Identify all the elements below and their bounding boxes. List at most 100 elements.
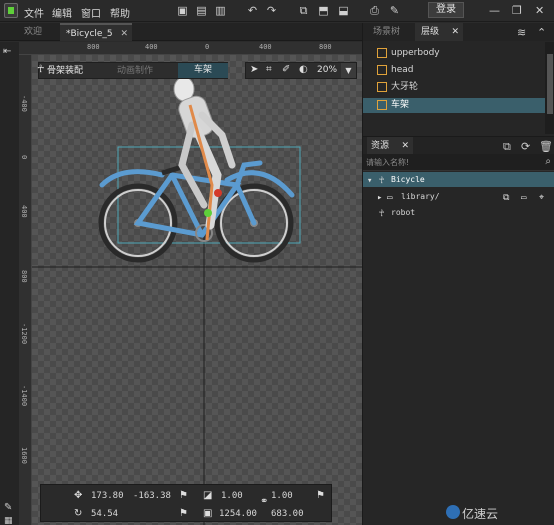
pen-icon[interactable]: ✎ xyxy=(4,502,12,513)
hierarchy-item-selected[interactable]: 车架 xyxy=(363,98,545,113)
bone-node-icon xyxy=(377,65,387,75)
ruler-label: 800 xyxy=(20,270,28,283)
locate-icon[interactable]: ⌖ xyxy=(539,191,544,206)
ruler-label: 1600 xyxy=(20,447,28,464)
zoom-dropdown-button[interactable]: ▼ xyxy=(341,63,356,78)
skeleton-icon: ☥ xyxy=(379,176,385,186)
resource-item-label: Bicycle xyxy=(391,175,425,184)
height-field[interactable]: 683.00 xyxy=(271,509,304,519)
bone-node-icon xyxy=(377,48,387,58)
transform-panel: ✥ 173.80 -163.38 ⚑ ◪ 1.00 ⚭ 1.00 ⚑ ↻ 54.… xyxy=(40,484,332,522)
ruler-label: -1400 xyxy=(20,385,28,407)
collapse-arrow-icon[interactable]: ▸ xyxy=(377,191,382,206)
menu-help[interactable]: 帮助 xyxy=(110,5,130,20)
ruler-label: 0 xyxy=(205,43,210,51)
brush-icon[interactable]: ✐ xyxy=(282,64,290,75)
tab-bicycle[interactable]: *Bicycle_5 ✕ xyxy=(60,23,132,41)
ruler-label: 800 xyxy=(319,43,332,51)
new-folder-icon[interactable]: ▭ xyxy=(521,191,526,206)
undo-icon[interactable]: ↶ xyxy=(246,4,259,17)
menu-file[interactable]: 文件 xyxy=(24,5,44,20)
preview-icon[interactable]: ⎙ xyxy=(368,4,381,17)
ruler-label: 0 xyxy=(20,155,28,160)
close-tab-icon[interactable]: ✕ xyxy=(401,137,409,155)
hierarchy-item[interactable]: upperbody xyxy=(375,46,545,61)
search-icon[interactable]: ⌕ xyxy=(545,156,551,167)
hierarchy-item-label: upperbody xyxy=(391,48,440,58)
ruler-label: -400 xyxy=(20,95,28,112)
login-button[interactable]: 登录 xyxy=(428,2,464,18)
close-tab-icon[interactable]: ✕ xyxy=(120,25,128,43)
select-arrow-icon[interactable]: ➤ xyxy=(250,64,258,75)
hierarchy-item-label: 车架 xyxy=(391,100,410,110)
tab-hierarchy[interactable]: 层级 ✕ xyxy=(415,23,463,41)
scrollbar-thumb[interactable] xyxy=(547,54,553,114)
menu-edit[interactable]: 编辑 xyxy=(52,5,72,20)
bicycle-seat xyxy=(161,164,183,176)
scale-x-field[interactable]: 1.00 xyxy=(221,491,243,501)
hierarchy-scrollbar[interactable] xyxy=(545,42,554,134)
import-icon[interactable]: ⧉ xyxy=(297,4,310,17)
grid-icon[interactable]: ▦ xyxy=(4,516,13,525)
collapse-icon[interactable]: ⌃ xyxy=(537,26,546,39)
refresh-icon[interactable]: ⟳ xyxy=(521,140,530,153)
menubar: 文件 编辑 窗口 帮助 ▣ ▤ ▥ ↶ ↷ ⧉ ⬒ ⬓ ⎙ ✎ 登录 — ❐ ✕ xyxy=(0,0,554,22)
rotation-field[interactable]: 54.54 xyxy=(91,509,118,519)
tab-scene-tree[interactable]: 场景树 xyxy=(367,23,406,41)
skeleton-icon: ☥ xyxy=(379,209,385,219)
resource-item-selected[interactable]: ▾ ☥ Bicycle xyxy=(363,172,554,187)
scene-artwork[interactable] xyxy=(32,55,362,525)
watermark-logo-icon xyxy=(446,505,460,519)
minimize-button[interactable]: — xyxy=(489,4,500,17)
ruler-left: -400 0 400 800 -1200 -1400 1600 xyxy=(19,55,32,525)
right-tabs: 场景树 层级 ✕ ≋ ⌃ xyxy=(363,23,554,41)
close-window-button[interactable]: ✕ xyxy=(535,4,544,17)
transform-icon[interactable]: ⌗ xyxy=(266,64,272,75)
edit-icon[interactable]: ✎ xyxy=(388,4,401,17)
layers-icon[interactable]: ≋ xyxy=(517,26,526,39)
close-tab-icon[interactable]: ✕ xyxy=(451,23,459,41)
new-file-icon[interactable]: ▣ xyxy=(176,4,189,17)
flag-icon[interactable]: ⚑ xyxy=(316,490,325,501)
hierarchy-item[interactable]: head xyxy=(375,63,545,78)
position-y-field[interactable]: -163.38 xyxy=(133,491,171,501)
delete-icon[interactable]: 🗑 xyxy=(539,140,553,153)
hierarchy-item-label: 大牙轮 xyxy=(391,82,419,92)
flag-icon[interactable]: ⚑ xyxy=(179,508,188,519)
add-file-icon[interactable]: ⧉ xyxy=(503,191,509,206)
scale-y-field[interactable]: 1.00 xyxy=(271,491,293,501)
flag-icon[interactable]: ⚑ xyxy=(179,490,188,501)
mode-bone-rigging[interactable]: 骨架装配 xyxy=(47,64,83,78)
resource-search-input[interactable] xyxy=(366,156,534,169)
mode-animation[interactable]: 动画制作 xyxy=(117,64,153,78)
resource-item[interactable]: ▸ ▭ library/ ⧉ ▭ ⌖ xyxy=(363,189,554,204)
ruler-label: 400 xyxy=(20,205,28,218)
watermark-text: 亿速云 xyxy=(462,507,499,521)
resource-item-label: robot xyxy=(391,208,416,217)
tab-resources[interactable]: 资源 ✕ xyxy=(367,137,413,155)
resource-item[interactable]: ☥ robot xyxy=(363,205,554,220)
color-wheel-icon[interactable]: ◐ xyxy=(299,64,308,75)
move-icon: ✥ xyxy=(74,490,83,501)
add-resource-icon[interactable]: ⧉ xyxy=(503,140,511,154)
link-icon[interactable]: ⚭ xyxy=(260,496,268,507)
publish-icon[interactable]: ⬓ xyxy=(337,4,350,17)
mode-frame-selected[interactable]: 车架 xyxy=(178,63,228,78)
mode-toolbar: ☥ 骨架装配 动画制作 车架 xyxy=(37,62,228,79)
robot-rider xyxy=(173,76,236,241)
menu-window[interactable]: 窗口 xyxy=(81,5,101,20)
redo-icon[interactable]: ↷ xyxy=(265,4,278,17)
document-tabs: 欢迎 *Bicycle_5 ✕ xyxy=(0,23,362,41)
bone-node-icon xyxy=(377,100,387,110)
tab-welcome[interactable]: 欢迎 xyxy=(18,23,48,41)
restore-button[interactable]: ❐ xyxy=(512,4,522,17)
pin-icon[interactable]: ⇤ xyxy=(3,46,15,58)
position-x-field[interactable]: 173.80 xyxy=(91,491,124,501)
expand-arrow-icon[interactable]: ▾ xyxy=(367,174,372,189)
width-field[interactable]: 1254.00 xyxy=(219,509,257,519)
hierarchy-item[interactable]: 大牙轮 xyxy=(375,80,545,95)
export-icon[interactable]: ⬒ xyxy=(317,4,330,17)
save-icon[interactable]: ▥ xyxy=(214,4,227,17)
resource-item-label: library/ xyxy=(401,192,440,201)
open-folder-icon[interactable]: ▤ xyxy=(195,4,208,17)
